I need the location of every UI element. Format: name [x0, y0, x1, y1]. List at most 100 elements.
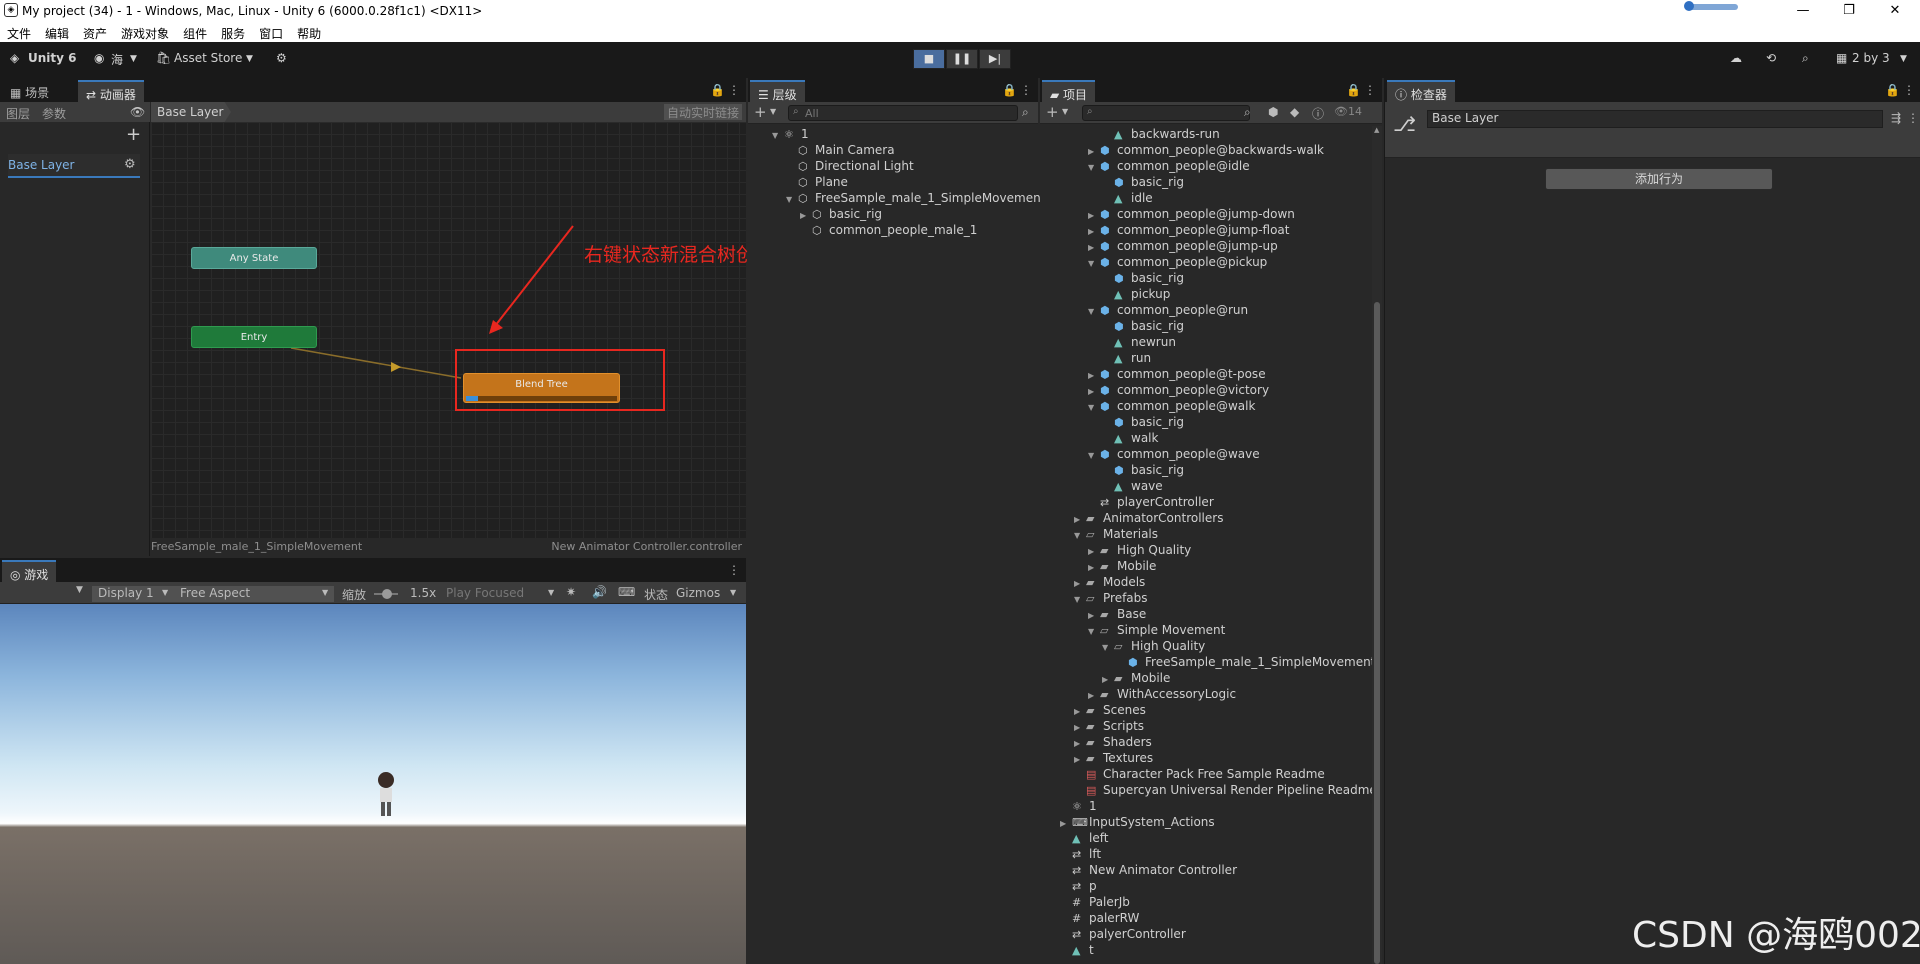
project-item[interactable]: ▲ run — [1102, 350, 1151, 366]
cloud-icon[interactable]: ☁ — [1730, 51, 1742, 65]
menu-help[interactable]: 帮助 — [290, 22, 328, 42]
layer-name-field[interactable]: Base Layer — [1427, 110, 1883, 128]
menu-assets[interactable]: 资产 — [76, 22, 114, 42]
lock-icon[interactable]: 🔒 — [1002, 83, 1017, 97]
project-item[interactable]: ▤ Supercyan Universal Render Pipeline Rea… — [1074, 782, 1372, 798]
play-button[interactable]: ■ — [913, 49, 945, 69]
tab-game[interactable]: ◎ 游戏 — [2, 560, 57, 582]
pause-button[interactable]: ❚❚ — [946, 49, 978, 69]
project-item[interactable]: ▶ ⬢ common_people@t-pose — [1088, 366, 1266, 382]
more-options-icon[interactable]: ⋮ — [1020, 83, 1032, 97]
more-options-icon[interactable]: ⋮ — [1903, 83, 1915, 97]
more-options-icon[interactable]: ⋮ — [1364, 83, 1376, 97]
tab-hierarchy[interactable]: ☰ 层级 — [750, 80, 805, 102]
project-item[interactable]: ▼ ⬢ common_people@wave — [1088, 446, 1260, 462]
tab-inspector[interactable]: ⓘ 检查器 — [1387, 80, 1455, 102]
scroll-up-icon[interactable]: ▲ — [1374, 126, 1379, 134]
project-item[interactable]: ▶ ⌨InputSystem_Actions — [1060, 814, 1215, 830]
auto-live-link-toggle[interactable]: 自动实时链接 — [664, 104, 743, 120]
project-item[interactable]: ▶ ▰ WithAccessoryLogic — [1088, 686, 1236, 702]
chevron-down-icon[interactable]: ▼ — [730, 588, 736, 597]
more-options-icon[interactable]: ⋮ — [1907, 111, 1919, 125]
project-item[interactable]: ▶ ▰ Mobile — [1088, 558, 1156, 574]
project-item[interactable]: ▤ Character Pack Free Sample Readme — [1074, 766, 1325, 782]
project-item[interactable]: ▲ left — [1060, 830, 1108, 846]
tab-scene[interactable]: ▦ 场景 — [2, 80, 57, 102]
node-entry[interactable]: Entry — [191, 326, 317, 348]
node-blend-tree[interactable]: Blend Tree — [463, 373, 620, 403]
gear-icon[interactable]: ⚙ — [124, 157, 136, 172]
project-item[interactable]: ▶ ▰ Scripts — [1074, 718, 1144, 734]
project-item[interactable]: ⬢ basic_rig — [1102, 462, 1184, 478]
project-item[interactable]: ▲ walk — [1102, 430, 1158, 446]
minimize-button[interactable]: — — [1780, 0, 1826, 22]
hierarchy-item[interactable]: ⬡ Directional Light — [786, 158, 914, 174]
play-focused-dropdown[interactable]: Play Focused — [446, 586, 556, 602]
expand-arrow-icon[interactable]: ▼ — [1088, 624, 1100, 640]
tab-animator[interactable]: ⇄ 动画器 — [78, 80, 144, 102]
hierarchy-item[interactable]: ⬡ Main Camera — [786, 142, 895, 158]
project-item[interactable]: ▶ ▰ Shaders — [1074, 734, 1152, 750]
project-item[interactable]: ▶ ▰ Textures — [1074, 750, 1153, 766]
eye-icon[interactable]: 👁 — [130, 105, 145, 119]
layout-dropdown[interactable]: 2 by 3 — [1852, 51, 1890, 65]
account-dropdown[interactable]: 海 — [111, 51, 123, 68]
hierarchy-item[interactable]: ⬡ Plane — [786, 174, 848, 190]
project-item[interactable]: ▶ ▰ Mobile — [1102, 670, 1170, 686]
project-item[interactable]: ⬢ basic_rig — [1102, 414, 1184, 430]
restore-button[interactable]: ❐ — [1826, 0, 1872, 22]
keyboard-icon[interactable]: ⌨ — [618, 585, 635, 599]
expand-arrow-icon[interactable]: ▼ — [1074, 592, 1086, 608]
history-icon[interactable]: ⟲ — [1766, 51, 1776, 65]
add-layer-button[interactable]: + — [126, 124, 141, 145]
project-item[interactable]: ▲ newrun — [1102, 334, 1176, 350]
project-item[interactable]: ▲ idle — [1102, 190, 1153, 206]
node-any-state[interactable]: Any State — [191, 247, 317, 269]
project-item[interactable]: ▶ ⬢ common_people@jump-up — [1088, 238, 1278, 254]
project-item[interactable]: ⇄ palyerController — [1060, 926, 1186, 942]
settings-sliders-icon[interactable]: ⇶ — [1891, 111, 1901, 125]
more-options-icon[interactable]: ⋮ — [728, 83, 740, 97]
hierarchy-item[interactable]: ▼ ⬡ FreeSample_male_1_SimpleMovement — [786, 190, 1045, 206]
visibility-count[interactable]: 👁14 — [1334, 105, 1362, 118]
project-item[interactable]: ▼ ▱ Materials — [1074, 526, 1158, 542]
scale-knob[interactable] — [382, 589, 392, 599]
bug-icon[interactable]: ✷ — [566, 585, 576, 599]
scrollbar-thumb[interactable] — [1374, 302, 1380, 964]
project-item[interactable]: ⬢ FreeSample_male_1_SimpleMovement — [1116, 654, 1372, 670]
expand-arrow-icon[interactable]: ▼ — [786, 192, 798, 208]
chevron-down-icon[interactable]: ▼ — [770, 107, 776, 116]
project-search[interactable]: ⌕ — [1082, 105, 1250, 121]
hierarchy-item[interactable]: ▶ ⬡ basic_rig — [800, 206, 882, 222]
chevron-down-icon[interactable]: ▼ — [1062, 107, 1068, 116]
menu-gameobject[interactable]: 游戏对象 — [114, 22, 176, 42]
project-item[interactable]: ⇄ p — [1060, 878, 1097, 894]
step-button[interactable]: ▶| — [979, 49, 1011, 69]
add-behaviour-button[interactable]: 添加行为 — [1545, 168, 1773, 190]
settings-icon[interactable]: ⚙ — [276, 51, 287, 65]
expand-arrow-icon[interactable]: ▼ — [1088, 256, 1100, 272]
hierarchy-search[interactable]: ⌕ All — [788, 105, 1018, 121]
project-item[interactable]: ⇄ lft — [1060, 846, 1101, 862]
project-item[interactable]: ▼ ⬢ common_people@walk — [1088, 398, 1255, 414]
project-item[interactable]: ▶ ▰ Models — [1074, 574, 1145, 590]
expand-arrow-icon[interactable]: ▼ — [1074, 528, 1086, 544]
speaker-icon[interactable]: 🔊 — [592, 585, 607, 599]
project-item[interactable]: ▼ ▱ Simple Movement — [1088, 622, 1225, 638]
search-icon[interactable]: ⌕ — [1802, 51, 1809, 66]
search-filter-icon[interactable]: ⌕ — [1244, 105, 1251, 120]
project-item[interactable]: ▶ ⬢ common_people@backwards-walk — [1088, 142, 1324, 158]
expand-arrow-icon[interactable]: ▼ — [772, 128, 784, 144]
project-item[interactable]: ▲ wave — [1102, 478, 1163, 494]
menu-component[interactable]: 组件 — [176, 22, 214, 42]
project-item[interactable]: ▼ ⬢ common_people@idle — [1088, 158, 1250, 174]
project-item[interactable]: # palerRW — [1060, 910, 1139, 926]
breadcrumb-base-layer[interactable]: Base Layer — [157, 105, 224, 119]
hierarchy-item[interactable]: ▼ ⚛ 1 — [772, 126, 809, 142]
info-icon[interactable]: ⓘ — [1312, 105, 1324, 122]
project-item[interactable]: ⬢ basic_rig — [1102, 318, 1184, 334]
tag-icon[interactable]: ◆ — [1290, 105, 1299, 119]
project-item[interactable]: # PalerJb — [1060, 894, 1130, 910]
scale-slider[interactable] — [374, 589, 398, 599]
project-item[interactable]: ▶ ▰ AnimatorControllers — [1074, 510, 1223, 526]
